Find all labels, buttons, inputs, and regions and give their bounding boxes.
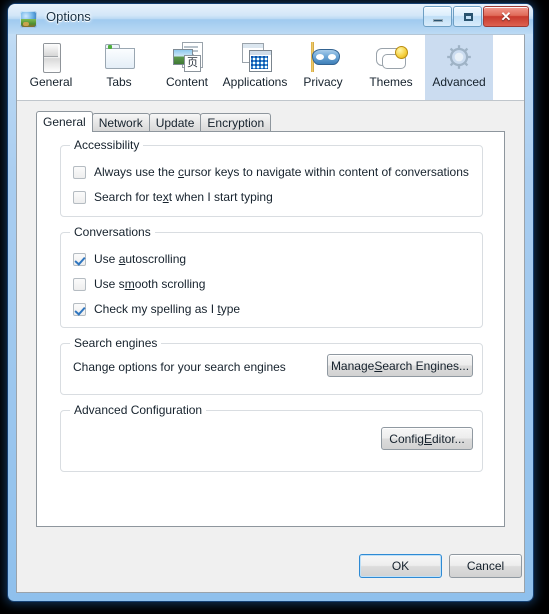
toolbar-item-privacy[interactable]: Privacy [289,35,357,100]
maximize-button[interactable] [453,6,482,27]
window-controls: ✕ [422,6,529,28]
toolbar-label-general: General [29,75,73,89]
checkbox-label-search-typing: Search for text when I start typing [94,190,273,204]
dialog-client-area: General Tabs 页 Content Applications Priv… [16,34,525,593]
close-icon: ✕ [500,9,512,24]
group-search-engines: Search engines Change options for your s… [60,336,483,395]
advanced-gear-icon [442,40,476,74]
checkbox-autoscrolling[interactable] [73,252,86,266]
group-legend-conversations: Conversations [70,225,155,239]
title-bar: Options ✕ [8,4,533,34]
checkbox-smooth-scrolling[interactable] [73,277,86,291]
group-accessibility: Accessibility Always use the cursor keys… [60,138,483,217]
advanced-subtabs: General Network Update Encryption [36,111,272,132]
subtab-update[interactable]: Update [148,113,202,132]
toolbar-item-content[interactable]: 页 Content [153,35,221,100]
checkbox-spellcheck[interactable] [73,302,86,316]
checkbox-row-autoscrolling[interactable]: Use autoscrolling [73,252,186,266]
group-legend-search-engines: Search engines [70,336,162,350]
toolbar-item-tabs[interactable]: Tabs [85,35,153,100]
search-engines-description: Change options for your search engines [73,360,286,374]
globe-icon [20,11,37,28]
privacy-mask-icon [306,40,340,74]
general-toggle-icon [34,40,68,74]
subtab-network[interactable]: Network [91,113,150,132]
toolbar-label-content: Content [165,75,209,89]
toolbar-item-advanced[interactable]: Advanced [425,35,493,100]
content-page-icon: 页 [170,40,204,74]
toolbar-label-themes: Themes [369,75,413,89]
checkbox-cursor-keys[interactable] [73,165,86,179]
ok-button[interactable]: OK [359,554,442,578]
toolbar-label-advanced: Advanced [432,75,486,89]
toolbar-label-tabs: Tabs [106,75,132,89]
folder-tabs-icon [102,40,136,74]
minimize-button[interactable] [423,6,452,27]
toolbar-label-applications: Applications [222,75,288,89]
group-legend-accessibility: Accessibility [70,138,144,152]
group-conversations: Conversations Use autoscrolling Use smoo… [60,225,483,328]
options-window: Options ✕ General Tabs 页 Content Applica… [8,4,533,601]
group-advanced-configuration: Advanced Configuration Config Editor... [60,403,483,472]
cancel-button[interactable]: Cancel [449,554,522,578]
checkbox-label-autoscrolling: Use autoscrolling [94,252,187,266]
config-editor-button[interactable]: Config Editor... [381,427,473,450]
close-button[interactable]: ✕ [483,6,529,27]
checkbox-label-spellcheck: Check my spelling as I type [94,302,241,316]
general-tab-panel: Accessibility Always use the cursor keys… [36,131,505,527]
themes-smiley-icon [374,40,408,74]
toolbar-item-applications[interactable]: Applications [221,35,289,100]
window-title: Options [46,9,91,24]
applications-icon [238,40,272,74]
manage-search-engines-button[interactable]: Manage Search Engines... [327,354,473,377]
group-legend-advanced-configuration: Advanced Configuration [70,403,207,417]
checkbox-row-search-typing[interactable]: Search for text when I start typing [73,190,273,204]
checkbox-row-spellcheck[interactable]: Check my spelling as I type [73,302,240,316]
toolbar-label-privacy: Privacy [303,75,343,89]
checkbox-search-typing[interactable] [73,190,86,204]
checkbox-label-smooth-scrolling: Use smooth scrolling [94,277,206,291]
toolbar-item-themes[interactable]: Themes [357,35,425,100]
subtab-encryption[interactable]: Encryption [200,113,272,132]
subtab-general[interactable]: General [36,111,93,132]
checkbox-row-cursor-keys[interactable]: Always use the cursor keys to navigate w… [73,165,469,179]
checkbox-row-smooth-scrolling[interactable]: Use smooth scrolling [73,277,205,291]
toolbar-item-general[interactable]: General [17,35,85,100]
options-toolbar: General Tabs 页 Content Applications Priv… [17,35,524,101]
checkbox-label-cursor-keys: Always use the cursor keys to navigate w… [94,165,469,179]
